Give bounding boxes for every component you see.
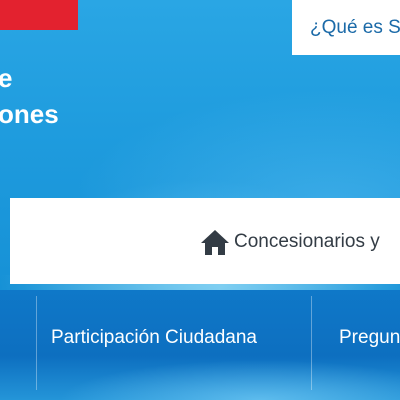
breadcrumb-current[interactable]: Concesionarios y <box>234 231 380 253</box>
breadcrumb-bar: Concesionarios y <box>10 198 400 284</box>
hero-banner: ¿Qué es SEC? e ones Concesionarios y <box>0 0 400 290</box>
brand-line-1: e <box>0 63 13 93</box>
nav-divider <box>36 296 37 390</box>
nav-divider <box>311 296 312 390</box>
red-accent-bar <box>0 0 78 30</box>
nav-item-label: Participación Ciudadana <box>51 327 257 348</box>
nav-item-participacion[interactable]: Participación Ciudadana <box>51 327 257 349</box>
main-nav: Participación Ciudadana Preguntas <box>0 290 400 400</box>
what-is-link[interactable]: ¿Qué es SEC? <box>292 0 400 55</box>
nav-item-preguntas[interactable]: Preguntas <box>339 327 400 349</box>
brand-line-2: ones <box>0 99 59 129</box>
nav-item-label: Preguntas <box>339 327 400 348</box>
breadcrumb: Concesionarios y <box>200 228 380 256</box>
what-is-link-label: ¿Qué es SEC? <box>310 16 400 38</box>
home-icon[interactable] <box>200 228 230 256</box>
site-brand-title[interactable]: e ones <box>0 60 59 132</box>
